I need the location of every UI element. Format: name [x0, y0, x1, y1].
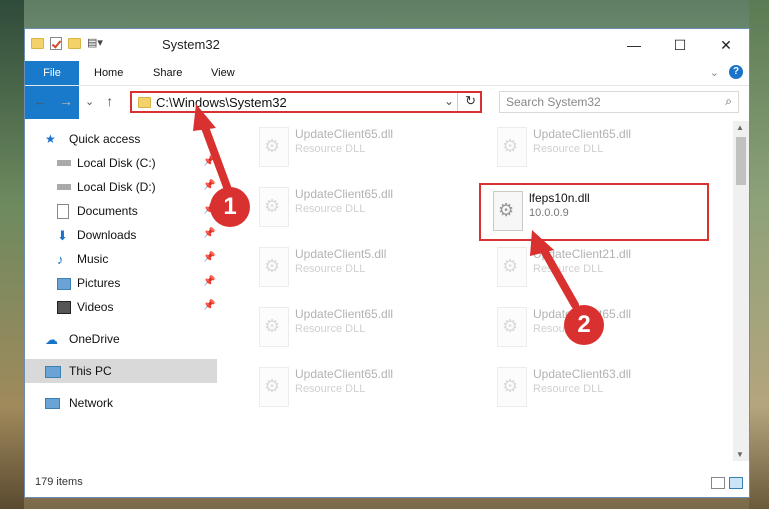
- step-marker-2: 2: [564, 305, 604, 345]
- arrow-2: [530, 230, 579, 309]
- step-marker-1: 1: [210, 187, 250, 227]
- arrow-1: [193, 104, 234, 199]
- annotation-arrows: [193, 104, 579, 309]
